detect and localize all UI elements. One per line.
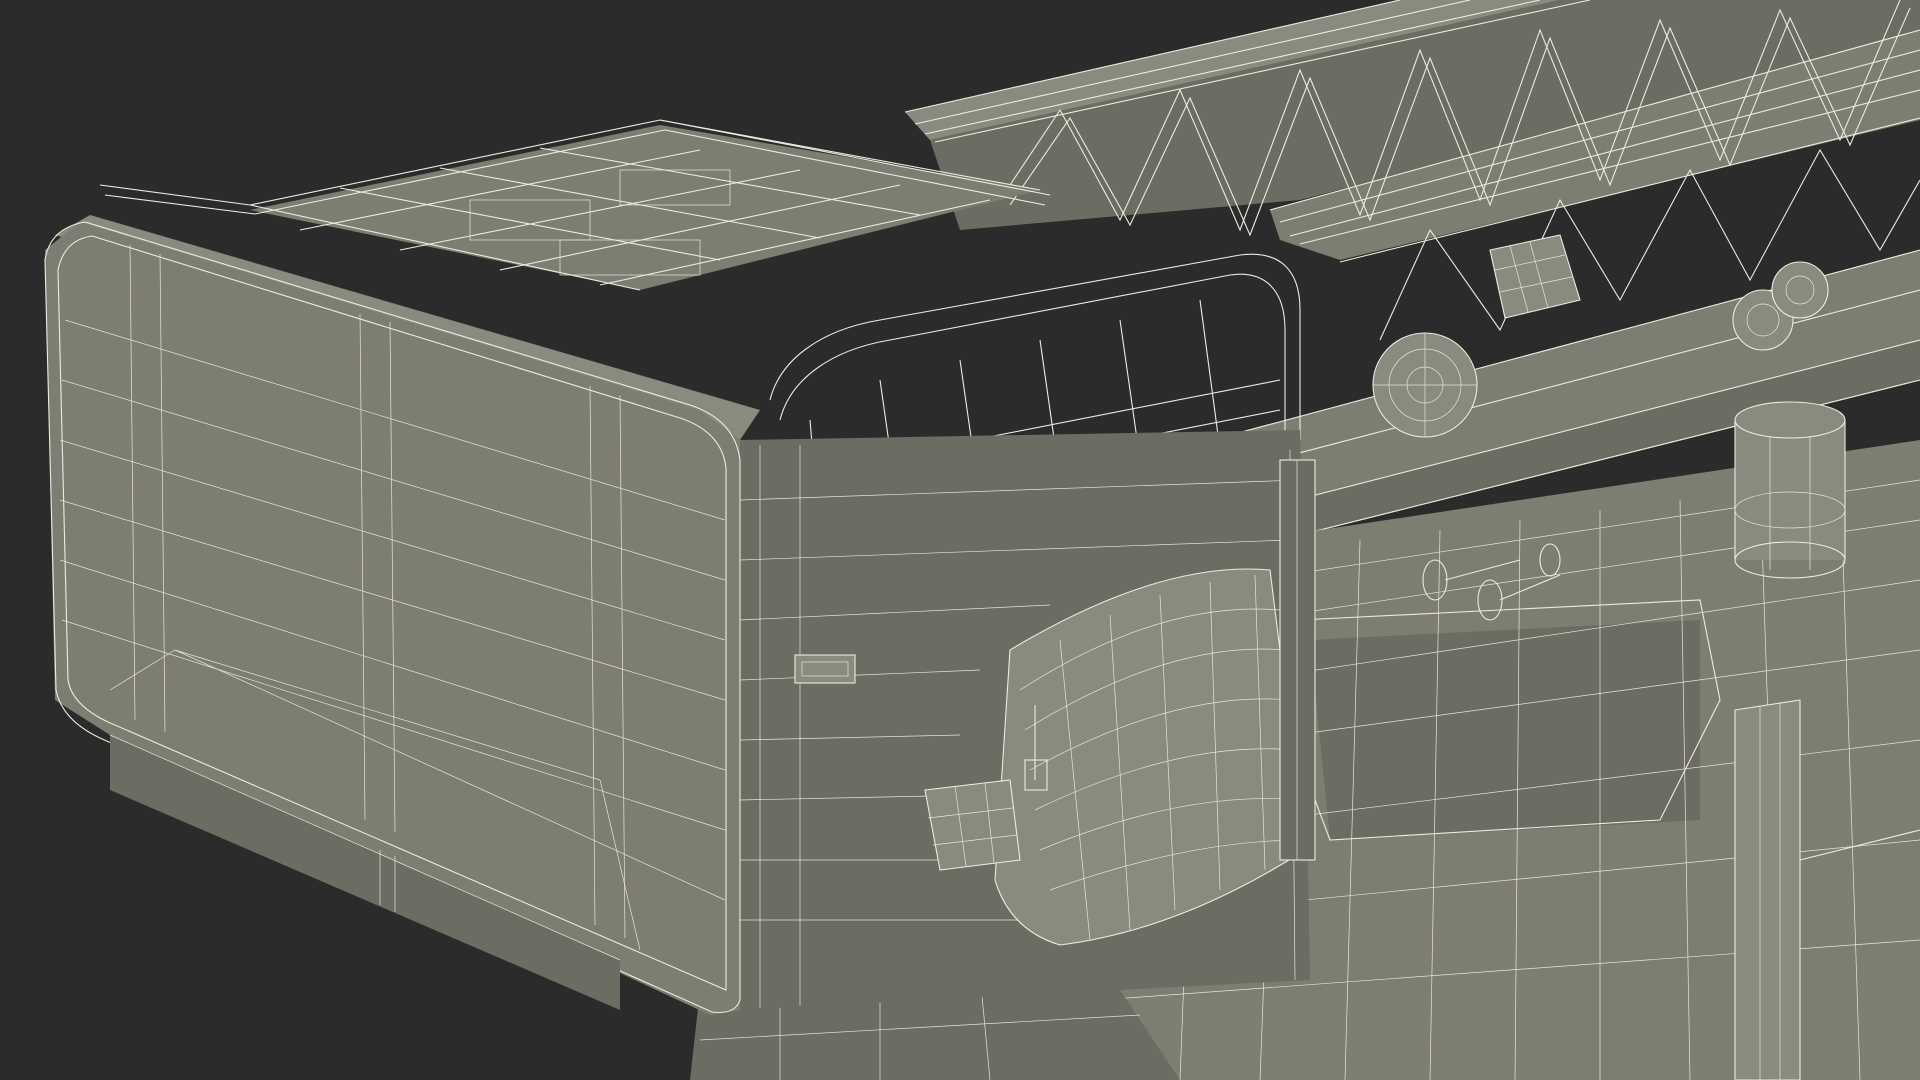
pulley-wheel	[1372, 332, 1478, 438]
mount-post	[1279, 459, 1316, 861]
wireframe-scene	[44, 0, 1920, 1080]
boom-lamp	[1489, 234, 1581, 319]
hydraulic-cap	[1734, 401, 1846, 579]
render-viewport	[0, 0, 1920, 1080]
nameplate	[794, 654, 856, 684]
